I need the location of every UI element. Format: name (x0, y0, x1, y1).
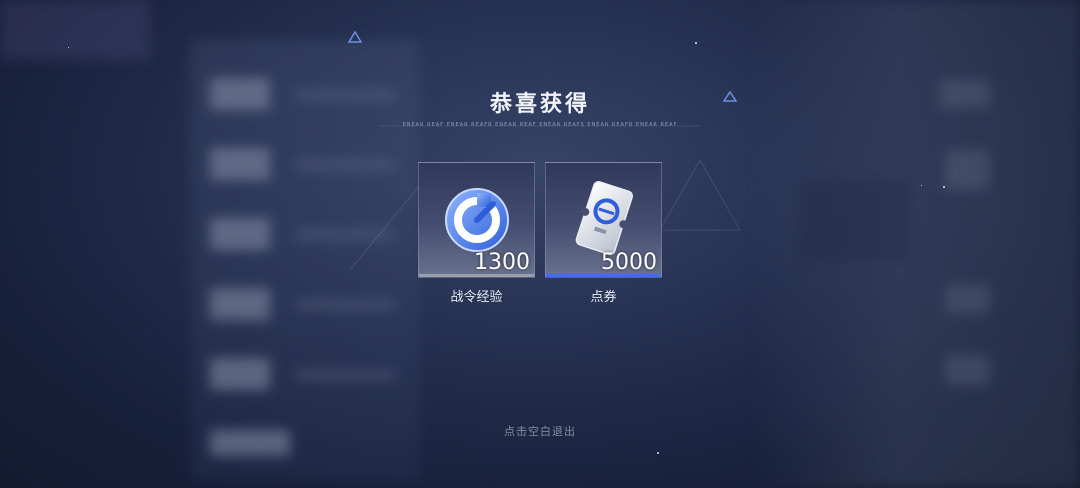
reward-item-coupon[interactable]: 5000 点券 (545, 162, 662, 305)
tap-to-exit-hint[interactable]: 点击空白退出 (0, 423, 1080, 439)
sparkle (695, 42, 697, 44)
dialog-subtitle: ENEAR REAF ENEAR REAFR ENEAR REAF ENEAR … (402, 122, 678, 128)
sparkle (943, 186, 945, 188)
reward-amount: 5000 (601, 250, 657, 275)
sparkle (68, 47, 69, 48)
reward-card[interactable]: 1300 (418, 162, 535, 278)
dialog-title: 恭喜获得 (489, 92, 590, 117)
reward-list: 1300 战令经验 5000 点券 (418, 162, 662, 312)
reward-item-battle-pass-exp[interactable]: 1300 战令经验 (418, 162, 535, 305)
reward-popup-screen[interactable]: 恭喜获得 ENEAR REAF ENEAR REAFR ENEAR REAF E… (0, 0, 1080, 488)
reward-amount: 1300 (474, 250, 530, 275)
reward-name: 战令经验 (450, 290, 503, 305)
sparkle (921, 185, 922, 186)
reward-card[interactable]: 5000 (545, 162, 662, 278)
reward-name: 点券 (590, 290, 617, 305)
sparkle (657, 452, 659, 454)
